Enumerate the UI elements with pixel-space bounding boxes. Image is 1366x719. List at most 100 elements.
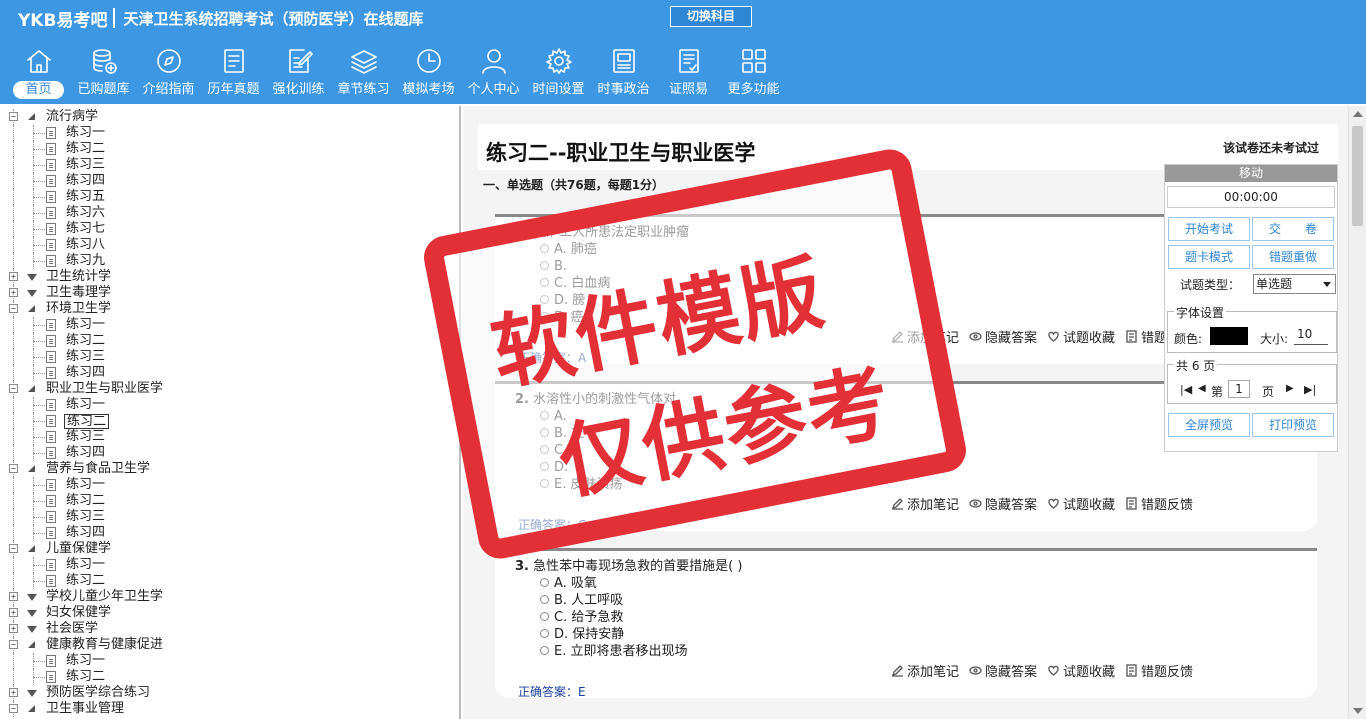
expand-icon[interactable]: +: [9, 592, 18, 601]
page-number-input[interactable]: 1: [1228, 380, 1250, 398]
hide-answer-button[interactable]: 隐藏答案: [969, 494, 1037, 513]
nav-item-10[interactable]: 证照易: [656, 46, 721, 102]
tree-leaf[interactable]: 练习三: [0, 157, 459, 173]
font-size-input[interactable]: 10: [1294, 327, 1328, 345]
tree-node[interactable]: + 卫生统计学: [0, 269, 459, 285]
tree-node[interactable]: + 妇女保健学: [0, 605, 459, 621]
switch-subject-button[interactable]: 切换科目: [670, 6, 752, 27]
tree-leaf[interactable]: 练习一: [0, 397, 459, 413]
nav-item-5[interactable]: 章节练习: [331, 46, 396, 102]
tree-node[interactable]: − 健康教育与健康促进: [0, 637, 459, 653]
prev-page-icon[interactable]: ◀: [1198, 383, 1206, 394]
tree-node[interactable]: + 卫生毒理学: [0, 285, 459, 301]
nav-item-8[interactable]: 时间设置: [526, 46, 591, 102]
nav-item-11[interactable]: 更多功能: [721, 46, 786, 102]
nav-item-1[interactable]: 已购题库: [71, 46, 136, 102]
tree-leaf[interactable]: 练习八: [0, 237, 459, 253]
tree-node[interactable]: − 卫生事业管理: [0, 701, 459, 717]
card-mode-button[interactable]: 题卡模式: [1168, 245, 1250, 269]
nav-item-3[interactable]: 历年真题: [201, 46, 266, 102]
tree-leaf[interactable]: 练习三: [0, 349, 459, 365]
tree-leaf[interactable]: 练习一: [0, 557, 459, 573]
tree-leaf[interactable]: 练习五: [0, 189, 459, 205]
expand-icon[interactable]: +: [9, 608, 18, 617]
answer-option[interactable]: B. 人工呼吸: [540, 592, 623, 609]
tree-leaf[interactable]: 练习二: [0, 573, 459, 589]
favorite-button[interactable]: 试题收藏: [1047, 327, 1115, 346]
tree-node[interactable]: − 环境卫生学: [0, 301, 459, 317]
fullscreen-preview-button[interactable]: 全屏预览: [1168, 413, 1250, 437]
expand-icon[interactable]: +: [9, 272, 18, 281]
collapse-icon[interactable]: −: [9, 112, 18, 121]
nav-item-4[interactable]: 强化训练: [266, 46, 331, 102]
submit-exam-button[interactable]: 交 卷: [1252, 217, 1334, 241]
nav-item-7[interactable]: 个人中心: [461, 46, 526, 102]
question-type-select[interactable]: 单选题: [1253, 274, 1336, 294]
scroll-down-icon[interactable]: [1353, 708, 1363, 714]
error-report-button[interactable]: 错题反馈: [1125, 661, 1193, 680]
scroll-up-icon[interactable]: [1353, 111, 1363, 117]
tree-node[interactable]: − 职业卫生与职业医学: [0, 381, 459, 397]
answer-option[interactable]: E. 立即将患者移出现场: [540, 643, 687, 660]
error-report-button[interactable]: 错题反馈: [1125, 494, 1193, 513]
favorite-button[interactable]: 试题收藏: [1047, 494, 1115, 513]
collapse-icon[interactable]: −: [9, 464, 18, 473]
nav-item-2[interactable]: 介绍指南: [136, 46, 201, 102]
tree-node[interactable]: + 学校儿童少年卫生学: [0, 589, 459, 605]
expand-icon[interactable]: +: [9, 688, 18, 697]
tree-leaf[interactable]: 练习四: [0, 525, 459, 541]
radio-icon[interactable]: [540, 578, 549, 587]
radio-icon[interactable]: [540, 612, 549, 621]
radio-icon[interactable]: [540, 629, 549, 638]
tree-leaf[interactable]: 练习二: [0, 333, 459, 349]
print-preview-button[interactable]: 打印预览: [1252, 413, 1334, 437]
tree-leaf[interactable]: 练习一: [0, 125, 459, 141]
tree-leaf[interactable]: 练习一: [0, 317, 459, 333]
tree-leaf[interactable]: 练习四: [0, 173, 459, 189]
add-note-button[interactable]: 添加笔记: [891, 661, 959, 680]
tree-leaf[interactable]: 练习三: [0, 509, 459, 525]
collapse-icon[interactable]: −: [9, 304, 18, 313]
font-color-picker[interactable]: [1210, 327, 1248, 345]
tree-leaf[interactable]: 练习二: [0, 413, 459, 429]
collapse-icon[interactable]: −: [9, 384, 18, 393]
hide-answer-button[interactable]: 隐藏答案: [969, 661, 1037, 680]
answer-option[interactable]: A. 吸氧: [540, 575, 597, 592]
main-scrollbar[interactable]: [1348, 106, 1366, 719]
add-note-button[interactable]: 添加笔记: [891, 494, 959, 513]
favorite-button[interactable]: 试题收藏: [1047, 661, 1115, 680]
collapse-icon[interactable]: −: [9, 544, 18, 553]
expand-icon[interactable]: +: [9, 624, 18, 633]
tree-leaf[interactable]: 练习七: [0, 221, 459, 237]
tree-node[interactable]: − 流行病学: [0, 109, 459, 125]
expand-icon[interactable]: +: [9, 288, 18, 297]
radio-icon[interactable]: [540, 595, 549, 604]
collapse-icon[interactable]: −: [9, 640, 18, 649]
tree-node[interactable]: + 预防医学综合练习: [0, 685, 459, 701]
tree-node[interactable]: − 儿童保健学: [0, 541, 459, 557]
tree-leaf[interactable]: 练习一: [0, 477, 459, 493]
tree-leaf[interactable]: 练习九: [0, 253, 459, 269]
tree-leaf[interactable]: 练习四: [0, 365, 459, 381]
next-page-icon[interactable]: ▶: [1286, 383, 1294, 394]
tree-node[interactable]: + 社会医学: [0, 621, 459, 637]
answer-option[interactable]: C. 给予急救: [540, 609, 623, 626]
nav-item-9[interactable]: 时事政治: [591, 46, 656, 102]
tree-leaf[interactable]: 练习四: [0, 445, 459, 461]
first-page-icon[interactable]: |◀: [1180, 383, 1192, 396]
scroll-thumb[interactable]: [1352, 126, 1363, 226]
hide-answer-button[interactable]: 隐藏答案: [969, 327, 1037, 346]
tree-leaf[interactable]: 练习三: [0, 429, 459, 445]
tree-node[interactable]: − 营养与食品卫生学: [0, 461, 459, 477]
tree-leaf[interactable]: 练习二: [0, 669, 459, 685]
answer-option[interactable]: D. 保持安静: [540, 626, 624, 643]
last-page-icon[interactable]: ▶|: [1304, 383, 1316, 396]
tree-leaf[interactable]: 练习二: [0, 493, 459, 509]
redo-wrong-button[interactable]: 错题重做: [1252, 245, 1334, 269]
panel-move-handle[interactable]: 移动: [1165, 165, 1337, 182]
tree-leaf[interactable]: 练习二: [0, 141, 459, 157]
collapse-icon[interactable]: −: [9, 704, 18, 713]
tree-leaf[interactable]: 练习六: [0, 205, 459, 221]
tree-leaf[interactable]: 练习一: [0, 653, 459, 669]
nav-item-0[interactable]: 首页: [6, 46, 71, 102]
